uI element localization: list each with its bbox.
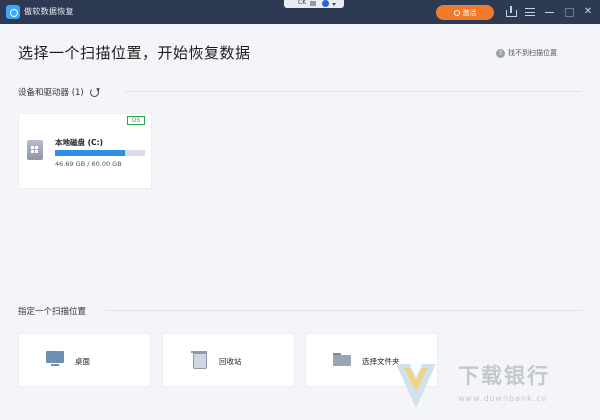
recycle-bin-icon: [190, 351, 208, 369]
section-divider: [106, 310, 582, 311]
location-label: 选择文件夹: [362, 357, 400, 366]
locations-section-title: 指定一个扫描位置: [18, 307, 87, 317]
locations-section-header: 指定一个扫描位置: [18, 305, 86, 317]
drive-usage-fill: [55, 150, 126, 156]
upload-icon[interactable]: [505, 6, 517, 18]
hard-drive-icon: [27, 140, 43, 160]
globe-icon: [322, 0, 329, 7]
watermark: 下载银行 www.downbank.cn: [396, 356, 596, 416]
maximize-icon[interactable]: [563, 6, 575, 18]
section-divider: [124, 91, 582, 92]
language-selector[interactable]: CK: [284, 0, 344, 8]
question-icon: ?: [496, 48, 505, 58]
app-logo-icon: [6, 5, 20, 19]
flag-icon: [310, 1, 316, 6]
location-desktop[interactable]: 桌面: [18, 333, 151, 387]
help-link[interactable]: ? 找不到扫描位置: [496, 48, 557, 58]
os-badge: OS: [127, 116, 145, 125]
watermark-text: 下载银行: [458, 364, 550, 388]
close-icon[interactable]: ✕: [582, 6, 594, 18]
menu-icon[interactable]: [524, 6, 536, 18]
location-label: 回收站: [219, 357, 242, 366]
devices-section-header: 设备和驱动器 (1): [18, 86, 99, 98]
location-label: 桌面: [75, 357, 90, 366]
drive-size: 46.69 GB / 60.00 GB: [55, 160, 122, 168]
desktop-icon: [46, 351, 64, 367]
watermark-url: www.downbank.cn: [458, 394, 548, 403]
help-link-label: 找不到扫描位置: [508, 49, 557, 57]
chevron-down-icon: [332, 3, 336, 6]
devices-section-title: 设备和驱动器 (1): [18, 88, 84, 98]
activate-button[interactable]: 激活: [436, 5, 494, 20]
drive-card-c[interactable]: OS 本地磁盘 (C:) 46.69 GB / 60.00 GB: [18, 113, 152, 189]
location-recycle-bin[interactable]: 回收站: [162, 333, 295, 387]
key-icon: [453, 9, 460, 16]
title-bar: 傲软数据恢复 CK 激活 ✕: [0, 0, 600, 24]
minimize-icon[interactable]: [544, 6, 556, 18]
language-label: CK: [298, 0, 307, 6]
activate-label: 激活: [462, 8, 477, 17]
refresh-icon[interactable]: [89, 87, 99, 97]
drive-usage-bar: [55, 150, 145, 156]
folder-icon: [333, 351, 351, 367]
watermark-logo-icon: [396, 364, 436, 408]
drive-name: 本地磁盘 (C:): [55, 138, 103, 147]
app-title: 傲软数据恢复: [24, 7, 74, 16]
page-title: 选择一个扫描位置，开始恢复数据: [18, 44, 251, 62]
